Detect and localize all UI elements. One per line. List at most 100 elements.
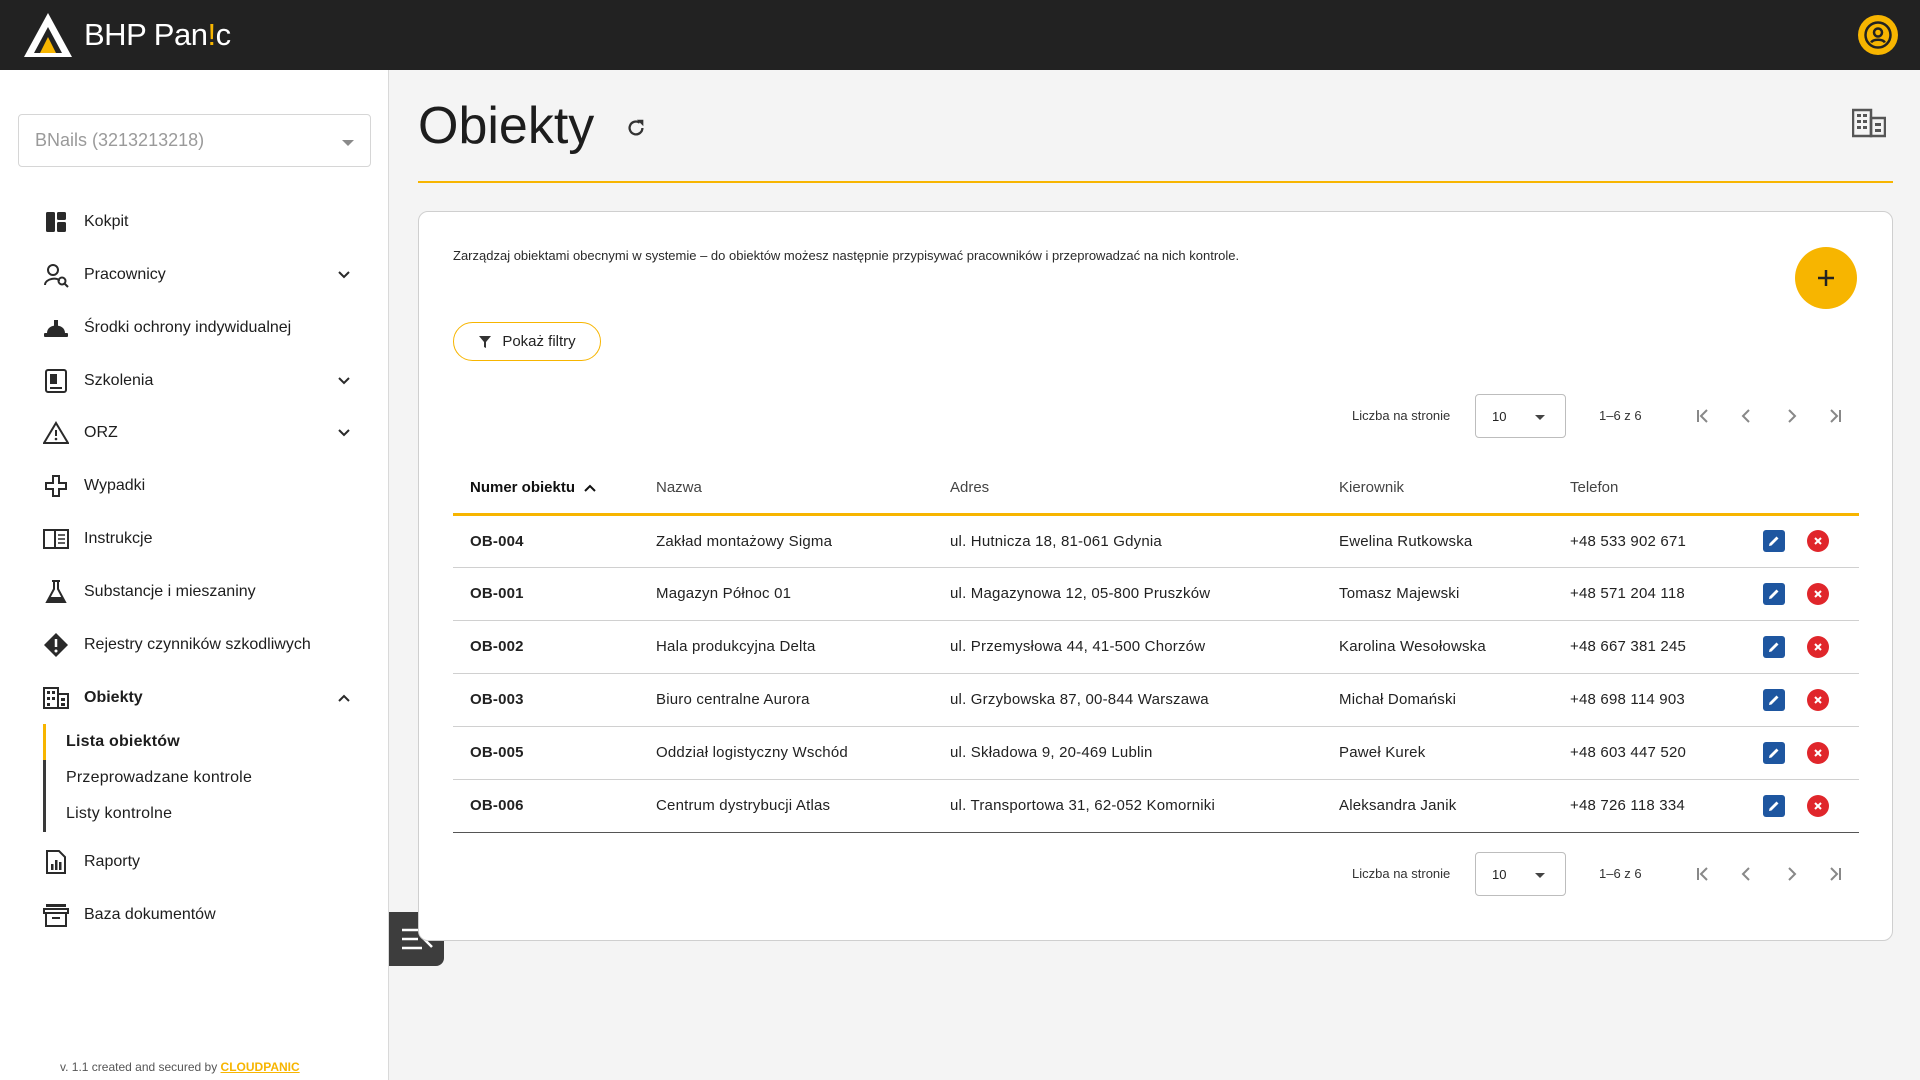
nav-item-obiekty[interactable]: Obiekty <box>42 678 352 718</box>
helmet-icon <box>42 314 70 342</box>
chevron-down-icon <box>338 377 350 385</box>
brand-name: BHP Pan!c <box>84 17 231 52</box>
nav-item-wypadki[interactable]: Wypadki <box>42 466 352 506</box>
subnav-item-kontrole[interactable]: Przeprowadzane kontrole <box>46 760 343 796</box>
nav-item-srodki-ochrony[interactable]: Środki ochrony indywidualnej <box>42 308 352 348</box>
nav-item-rejestry[interactable]: Rejestry czynników szkodliwych <box>42 625 352 665</box>
last-page-button[interactable] <box>1823 862 1847 886</box>
risk-warning-icon <box>42 419 70 447</box>
cell-phone: +48 603 447 520 <box>1570 726 1763 780</box>
first-page-button[interactable] <box>1691 862 1715 886</box>
table-row[interactable]: OB-001 Magazyn Północ 01 ul. Magazynowa 12… <box>453 567 1859 621</box>
table-row[interactable]: OB-006 Centrum dystrybucji Atlas ul. Trans… <box>453 779 1859 833</box>
medical-icon <box>42 472 70 500</box>
delete-icon[interactable] <box>1807 635 1829 658</box>
show-filters-label: Pokaż filtry <box>502 333 576 350</box>
training-icon <box>42 367 70 395</box>
per-page-select[interactable]: 10 <box>1475 394 1566 438</box>
cell-manager: Karolina Wesołowska <box>1339 620 1570 674</box>
cell-name: Hala produkcyjna Delta <box>656 620 950 674</box>
cloudpanic-link[interactable]: CLOUDPANIC <box>221 1060 300 1074</box>
person-search-icon <box>42 261 70 289</box>
column-header-adres[interactable]: Adres <box>950 462 1339 516</box>
sidebar: BNails (3213213218) Kokpit Pracownicy Śr… <box>0 70 389 1080</box>
nav-item-substancje[interactable]: Substancje i mieszaniny <box>42 572 352 612</box>
cell-delete <box>1807 567 1859 621</box>
cell-object-number: OB-001 <box>453 567 656 621</box>
table-row[interactable]: OB-003 Biuro centralne Aurora ul. Grzybows… <box>453 673 1859 727</box>
delete-icon[interactable] <box>1807 688 1829 711</box>
building-icon <box>42 684 70 712</box>
nav-item-pracownicy[interactable]: Pracownicy <box>42 255 352 295</box>
cell-object-number: OB-005 <box>453 726 656 780</box>
table-row[interactable]: OB-002 Hala produkcyjna Delta ul. Przemysł… <box>453 620 1859 674</box>
edit-icon[interactable] <box>1763 794 1785 817</box>
cell-address: ul. Grzybowska 87, 00-844 Warszawa <box>950 673 1339 727</box>
delete-icon[interactable] <box>1807 794 1829 817</box>
chevron-left-icon <box>1741 409 1750 423</box>
cell-object-number: OB-004 <box>453 514 656 568</box>
nav-item-szkolenia[interactable]: Szkolenia <box>42 361 352 401</box>
column-header-telefon[interactable]: Telefon <box>1570 462 1763 516</box>
nav-item-kokpit[interactable]: Kokpit <box>42 202 352 242</box>
edit-icon[interactable] <box>1763 688 1785 711</box>
column-header-delete <box>1807 462 1859 516</box>
version-footer: v. 1.1 created and secured by CLOUDPANIC <box>60 1060 300 1074</box>
next-page-button[interactable] <box>1779 404 1803 428</box>
cell-edit <box>1763 673 1807 727</box>
per-page-label: Liczba na stronie <box>1352 866 1451 881</box>
cell-delete <box>1807 673 1859 727</box>
subnav-item-listy-kontrolne[interactable]: Listy kontrolne <box>46 796 343 832</box>
nav-item-orz[interactable]: ORZ <box>42 413 352 453</box>
cell-address: ul. Hutnicza 18, 81-061 Gdynia <box>950 514 1339 568</box>
column-header-nazwa[interactable]: Nazwa <box>656 462 950 516</box>
user-account-button[interactable] <box>1858 15 1898 55</box>
per-page-value: 10 <box>1492 408 1507 424</box>
edit-icon[interactable] <box>1763 741 1785 764</box>
delete-icon[interactable] <box>1807 741 1829 764</box>
nav-item-instrukcje[interactable]: Instrukcje <box>42 519 352 559</box>
building-view-icon[interactable] <box>1852 108 1886 138</box>
cell-object-number: OB-002 <box>453 620 656 674</box>
edit-icon[interactable] <box>1763 530 1785 552</box>
prev-page-button[interactable] <box>1735 862 1759 886</box>
delete-icon[interactable] <box>1807 582 1829 605</box>
subnav-item-lista-obiektow[interactable]: Lista obiektów <box>43 724 343 760</box>
delete-icon[interactable] <box>1807 530 1829 552</box>
company-select[interactable]: BNails (3213213218) <box>18 114 371 167</box>
cell-manager: Paweł Kurek <box>1339 726 1570 780</box>
edit-icon[interactable] <box>1763 582 1785 605</box>
nav-item-label: Wypadki <box>84 477 146 494</box>
column-header-kierownik[interactable]: Kierownik <box>1339 462 1570 516</box>
per-page-select[interactable]: 10 <box>1475 852 1566 896</box>
next-page-button[interactable] <box>1779 862 1803 886</box>
first-page-button[interactable] <box>1691 404 1715 428</box>
cell-manager: Michał Domański <box>1339 673 1570 727</box>
cell-manager: Aleksandra Janik <box>1339 779 1570 833</box>
cell-delete <box>1807 514 1859 568</box>
cell-delete <box>1807 726 1859 780</box>
show-filters-button[interactable]: Pokaż filtry <box>453 322 601 361</box>
report-icon <box>42 848 70 876</box>
table-row[interactable]: OB-005 Oddział logistyczny Wschód ul. Skła… <box>453 726 1859 780</box>
nav-item-raporty[interactable]: Raporty <box>42 842 352 882</box>
first-page-icon <box>1697 409 1708 423</box>
last-page-icon <box>1830 867 1841 881</box>
refresh-icon[interactable] <box>625 117 647 139</box>
cell-address: ul. Magazynowa 12, 05-800 Pruszków <box>950 567 1339 621</box>
add-object-button[interactable] <box>1795 247 1857 309</box>
last-page-button[interactable] <box>1823 404 1847 428</box>
edit-icon[interactable] <box>1763 635 1785 658</box>
nav-item-label: Obiekty <box>84 689 143 706</box>
cell-object-number: OB-003 <box>453 673 656 727</box>
company-select-value: BNails (3213213218) <box>35 130 205 150</box>
nav-item-baza-dokumentow[interactable]: Baza dokumentów <box>42 895 352 935</box>
column-header-numer[interactable]: Numer obiektu <box>453 462 656 516</box>
prev-page-button[interactable] <box>1735 404 1759 428</box>
brand[interactable]: BHP Pan!c <box>22 11 231 59</box>
nav-item-label: Rejestry czynników szkodliwych <box>84 636 311 653</box>
cell-edit <box>1763 726 1807 780</box>
cell-address: ul. Przemysłowa 44, 41-500 Chorzów <box>950 620 1339 674</box>
table-header-row: Numer obiektu Nazwa Adres Kierownik Tele… <box>453 462 1859 516</box>
table-row[interactable]: OB-004 Zakład montażowy Sigma ul. Hutnicza… <box>453 514 1859 568</box>
